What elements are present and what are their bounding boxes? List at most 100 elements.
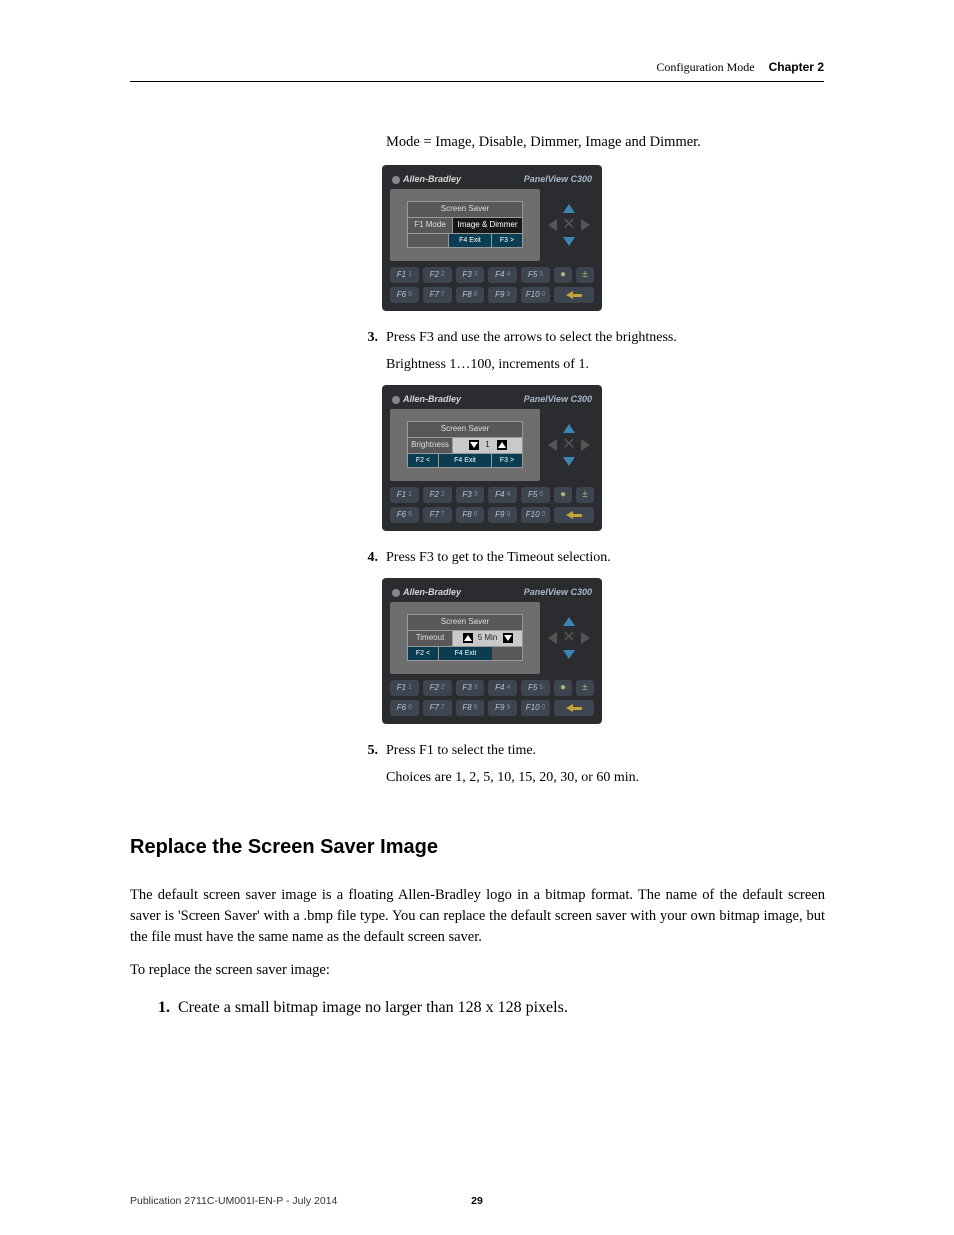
mode-field-row: F1 Mode Image & Dimmer — [407, 217, 523, 233]
f2-key[interactable]: F22 — [423, 487, 452, 503]
panel-topbar: Allen-Bradley PanelView C300 — [390, 391, 594, 409]
section-block: Replace the Screen Saver Image The defau… — [360, 836, 825, 1017]
f6-sub: 6 — [408, 703, 412, 712]
publication-info: Publication 2711C-UM001I-EN-P - July 201… — [130, 1195, 337, 1207]
screen-btn-prev[interactable]: F2 < — [408, 454, 438, 467]
mode-intro-block: Mode = Image, Disable, Dimmer, Image and… — [382, 132, 825, 311]
f3-key[interactable]: F33 — [456, 487, 485, 503]
f5-key[interactable]: F55 — [521, 267, 550, 283]
timeout-up-icon[interactable] — [463, 633, 473, 643]
f8-key[interactable]: F88 — [456, 507, 485, 523]
screen-buttons-row: F2 < F4 Exit F3 > — [407, 453, 523, 468]
brightness-field-value[interactable]: 1 — [453, 438, 522, 453]
nav-right-icon — [581, 439, 590, 451]
f1-sub: 1 — [408, 490, 412, 499]
screen-title: Screen Saver — [407, 614, 523, 630]
f7-key[interactable]: F77 — [423, 700, 452, 716]
body-paragraph-2: To replace the screen saver image: — [130, 960, 825, 981]
brand-label: Allen-Bradley — [392, 586, 461, 598]
f4-label: F4 — [495, 683, 504, 694]
nav-up-icon — [563, 204, 575, 213]
f1-key[interactable]: F11 — [390, 267, 419, 283]
f1-sub: 1 — [408, 683, 412, 692]
f8-label: F8 — [462, 703, 471, 714]
body-paragraph-1: The default screen saver image is a floa… — [130, 885, 825, 948]
brightness-field-row: Brightness 1 — [407, 437, 523, 453]
f4-key[interactable]: F44 — [488, 487, 517, 503]
screen-btn-pad — [408, 234, 449, 247]
nav-down-icon — [563, 650, 575, 659]
f2-sub: 2 — [441, 490, 445, 499]
header-chapter: Chapter 2 — [769, 60, 824, 74]
page: Configuration Mode Chapter 2 Mode = Imag… — [0, 0, 954, 1235]
screen-btn-exit[interactable]: F4 Exit — [438, 647, 492, 660]
nav-dpad[interactable]: ✕ — [548, 424, 590, 466]
brightness-up-icon[interactable] — [497, 440, 507, 450]
f8-sub: 8 — [474, 703, 478, 712]
page-header: Configuration Mode Chapter 2 — [130, 60, 824, 82]
f10-key[interactable]: F100 — [521, 700, 550, 716]
screen-btn-exit[interactable]: F4 Exit — [449, 234, 491, 247]
screen-btn-exit[interactable]: F4 Exit — [438, 454, 491, 467]
f8-key[interactable]: F88 — [456, 287, 485, 303]
brightness-down-icon[interactable] — [469, 440, 479, 450]
timeout-value-text: 5 Min — [475, 633, 501, 644]
nav-right-icon — [581, 219, 590, 231]
f9-key[interactable]: F99 — [488, 287, 517, 303]
step-3-number: 3. — [360, 329, 378, 348]
f9-key[interactable]: F99 — [488, 507, 517, 523]
nav-right-icon — [581, 632, 590, 644]
fkey-row-2: F66 F77 F88 F99 F100 — [390, 287, 594, 303]
f7-key[interactable]: F77 — [423, 507, 452, 523]
nav-dpad[interactable]: ✕ — [548, 617, 590, 659]
plusminus-icon: ± — [582, 681, 588, 695]
f9-key[interactable]: F99 — [488, 700, 517, 716]
f1-key[interactable]: F11 — [390, 680, 419, 696]
f9-label: F9 — [495, 290, 504, 301]
screen-saver-box: Screen Saver F1 Mode Image & Dimmer F4 E… — [407, 201, 523, 261]
timeout-down-icon[interactable] — [503, 633, 513, 643]
screen-btn-prev[interactable]: F2 < — [408, 647, 438, 660]
f4-key[interactable]: F44 — [488, 267, 517, 283]
enter-key[interactable] — [554, 700, 594, 716]
plusminus-key[interactable]: ± — [576, 487, 594, 503]
enter-key[interactable] — [554, 287, 594, 303]
enter-key[interactable] — [554, 507, 594, 523]
f5-key[interactable]: F55 — [521, 680, 550, 696]
dot-key[interactable]: ● — [554, 680, 572, 696]
f8-key[interactable]: F88 — [456, 700, 485, 716]
f7-key[interactable]: F77 — [423, 287, 452, 303]
f4-key[interactable]: F44 — [488, 680, 517, 696]
screen-btn-next[interactable]: F3 > — [491, 454, 522, 467]
f6-key[interactable]: F66 — [390, 507, 419, 523]
f3-key[interactable]: F33 — [456, 267, 485, 283]
screen-btn-next[interactable]: F3 > — [491, 234, 522, 247]
nav-x-icon: ✕ — [560, 216, 578, 234]
f7-sub: 7 — [441, 703, 445, 712]
dot-key[interactable]: ● — [554, 487, 572, 503]
f10-key[interactable]: F100 — [521, 287, 550, 303]
timeout-field-value[interactable]: 5 Min — [453, 631, 522, 646]
timeout-field-row: Timeout 5 Min — [407, 630, 523, 646]
page-number: 29 — [471, 1195, 483, 1207]
screen-saver-box: Screen Saver Timeout 5 Min F2 < — [407, 614, 523, 674]
dot-key[interactable]: ● — [554, 267, 572, 283]
f3-key[interactable]: F33 — [456, 680, 485, 696]
plusminus-key[interactable]: ± — [576, 267, 594, 283]
f2-key[interactable]: F22 — [423, 267, 452, 283]
f2-label: F2 — [430, 490, 439, 501]
f3-label: F3 — [462, 683, 471, 694]
f2-key[interactable]: F22 — [423, 680, 452, 696]
step-3-text: Press F3 and use the arrows to select th… — [386, 329, 825, 348]
f5-label: F5 — [528, 490, 537, 501]
f1-key[interactable]: F11 — [390, 487, 419, 503]
f6-key[interactable]: F66 — [390, 700, 419, 716]
nav-dpad[interactable]: ✕ — [548, 204, 590, 246]
f6-label: F6 — [397, 290, 406, 301]
f10-key[interactable]: F100 — [521, 507, 550, 523]
mode-field-value[interactable]: Image & Dimmer — [453, 218, 522, 233]
plusminus-key[interactable]: ± — [576, 680, 594, 696]
f5-key[interactable]: F55 — [521, 487, 550, 503]
f6-key[interactable]: F66 — [390, 287, 419, 303]
nav-x-icon: ✕ — [560, 629, 578, 647]
